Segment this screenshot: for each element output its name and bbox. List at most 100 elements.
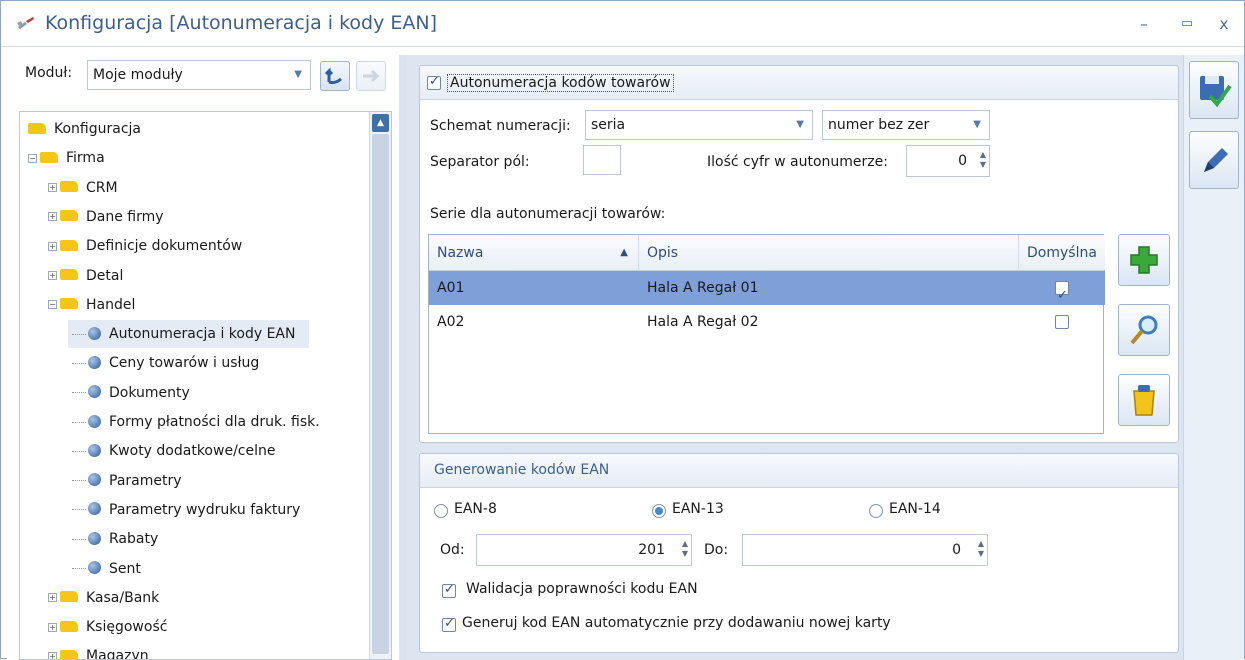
maximize-button[interactable]: ▭	[1176, 15, 1198, 33]
tree-item-label: Kasa/Bank	[86, 589, 160, 606]
tree-item[interactable]: + Definicje dokumentów	[48, 232, 242, 260]
tree-item[interactable]: + Detal	[48, 262, 123, 290]
collapse-icon[interactable]: −	[48, 300, 57, 310]
tree-item[interactable]: Konfiguracja	[28, 115, 141, 143]
expand-icon[interactable]: +	[48, 183, 57, 193]
tree-item[interactable]: Formy płatności dla druk. fisk.	[72, 408, 320, 436]
schema-select-value: seria	[591, 117, 626, 133]
tree-item-label: Magazyn	[86, 648, 149, 660]
expand-icon[interactable]: +	[48, 212, 57, 222]
col-header-name[interactable]: Nazwa ▲	[429, 235, 639, 271]
from-label: Od:	[440, 542, 465, 558]
tree-item[interactable]: − Handel	[48, 291, 135, 319]
add-button[interactable]	[1118, 234, 1170, 286]
module-select[interactable]: Moje moduły ▼	[87, 60, 311, 90]
digits-value: 0	[958, 153, 967, 169]
edit-button[interactable]	[1118, 304, 1170, 356]
spin-arrows-icon[interactable]: ▲ ▼	[682, 539, 688, 559]
validate-checkbox[interactable]	[442, 582, 456, 598]
tree-scrollbar[interactable]: ▲	[369, 112, 391, 659]
ean13-radio[interactable]	[652, 504, 666, 518]
tree-item[interactable]: Sent	[72, 555, 141, 583]
expand-icon[interactable]: +	[48, 593, 57, 603]
schema2-select[interactable]: numer bez zer ▼	[822, 110, 990, 140]
page-icon	[88, 326, 101, 340]
spin-arrows-icon[interactable]: ▲ ▼	[980, 150, 986, 170]
schema2-select-value: numer bez zer	[828, 117, 930, 133]
page-icon	[88, 414, 101, 428]
folder-icon	[60, 649, 78, 659]
minimize-button[interactable]: –	[1133, 15, 1155, 33]
tree-item-label: CRM	[86, 179, 118, 196]
separator-input[interactable]	[583, 145, 621, 175]
tree-connector	[72, 362, 86, 364]
autonum-checkbox[interactable]	[427, 74, 441, 90]
tree-item[interactable]: + Magazyn	[48, 642, 149, 660]
tree-item[interactable]: Ceny towarów i usług	[72, 349, 259, 377]
pane-splitter[interactable]	[399, 55, 407, 660]
table-row[interactable]: A02 Hala A Regał 02	[429, 305, 1105, 339]
folder-icon	[28, 122, 46, 134]
row-default-checkbox[interactable]	[1055, 279, 1069, 313]
delete-button[interactable]	[1118, 374, 1170, 426]
row-desc: Hala A Regał 02	[647, 314, 759, 330]
expand-icon[interactable]: +	[48, 271, 57, 280]
expand-icon[interactable]: +	[48, 622, 57, 632]
tree-item[interactable]: Dokumenty	[72, 379, 190, 407]
digits-input[interactable]: 0 ▲ ▼	[906, 145, 990, 177]
folder-icon	[60, 269, 78, 280]
page-icon	[88, 443, 101, 457]
config-window: Konfiguracja [Autonumeracja i kody EAN] …	[0, 0, 1245, 660]
tree-item[interactable]: Autonumeracja i kody EAN	[68, 320, 310, 349]
tree-item[interactable]: + Księgowość	[48, 613, 167, 641]
tree-item-label: Dokumenty	[109, 384, 190, 401]
magnifier-icon	[1130, 315, 1158, 345]
folder-icon	[40, 151, 58, 163]
back-button[interactable]	[320, 61, 350, 91]
scroll-thumb[interactable]	[372, 134, 389, 654]
save-button[interactable]	[1189, 61, 1239, 119]
module-label: Moduł:	[25, 65, 73, 81]
generate-checkbox[interactable]	[442, 616, 456, 632]
close-button[interactable]: x	[1213, 15, 1235, 33]
schema-label: Schemat numeracji:	[430, 118, 571, 134]
col-header-default[interactable]: Domyślna	[1019, 235, 1105, 271]
tree-item[interactable]: + Dane firmy	[48, 203, 164, 231]
to-input[interactable]: 0 ▲ ▼	[742, 534, 988, 566]
forward-button[interactable]	[356, 61, 386, 91]
tree-item[interactable]: Kwoty dodatkowe/celne	[72, 437, 275, 465]
table-row[interactable]: A01 Hala A Regał 01	[429, 271, 1105, 313]
ean14-radio[interactable]	[869, 504, 883, 518]
col-header-desc[interactable]: Opis	[639, 235, 1019, 271]
title-bar: Konfiguracja [Autonumeracja i kody EAN] …	[1, 1, 1244, 47]
tree-item[interactable]: + Kasa/Bank	[48, 584, 159, 612]
tree-item[interactable]: Parametry	[72, 467, 182, 495]
tree-connector	[72, 568, 86, 569]
tree-item-label: Kwoty dodatkowe/celne	[109, 443, 276, 460]
tree-item[interactable]: + CRM	[48, 174, 118, 202]
validate-label: Walidacja poprawności kodu EAN	[466, 581, 698, 597]
expand-icon[interactable]: +	[48, 241, 57, 251]
row-default-checkbox[interactable]	[1055, 315, 1069, 329]
tree-item[interactable]: Rabaty	[72, 525, 158, 553]
tree-item-label: Formy płatności dla druk. fisk.	[109, 414, 320, 430]
ean8-radio[interactable]	[434, 504, 448, 518]
tree-connector	[72, 421, 86, 423]
collapse-icon[interactable]: −	[28, 153, 37, 163]
tree-item[interactable]: Parametry wydruku faktury	[72, 496, 300, 524]
tree-connector	[72, 480, 86, 482]
folder-icon	[60, 591, 78, 603]
spin-arrows-icon[interactable]: ▲ ▼	[978, 539, 984, 559]
page-icon	[88, 561, 101, 574]
folder-icon	[60, 239, 78, 251]
digits-label: Ilość cyfr w autonumerze:	[707, 154, 888, 170]
tree-item[interactable]: − Firma	[28, 144, 105, 172]
from-input[interactable]: 201 ▲ ▼	[476, 534, 692, 566]
scroll-up-icon[interactable]: ▲	[372, 114, 389, 132]
to-value: 0	[952, 542, 961, 558]
page-icon	[88, 385, 101, 399]
schema-select[interactable]: seria ▼	[585, 110, 813, 140]
save-check-icon	[1200, 76, 1232, 108]
edit-pencil-button[interactable]	[1189, 131, 1239, 189]
series-label: Serie dla autonumeracji towarów:	[430, 206, 666, 222]
